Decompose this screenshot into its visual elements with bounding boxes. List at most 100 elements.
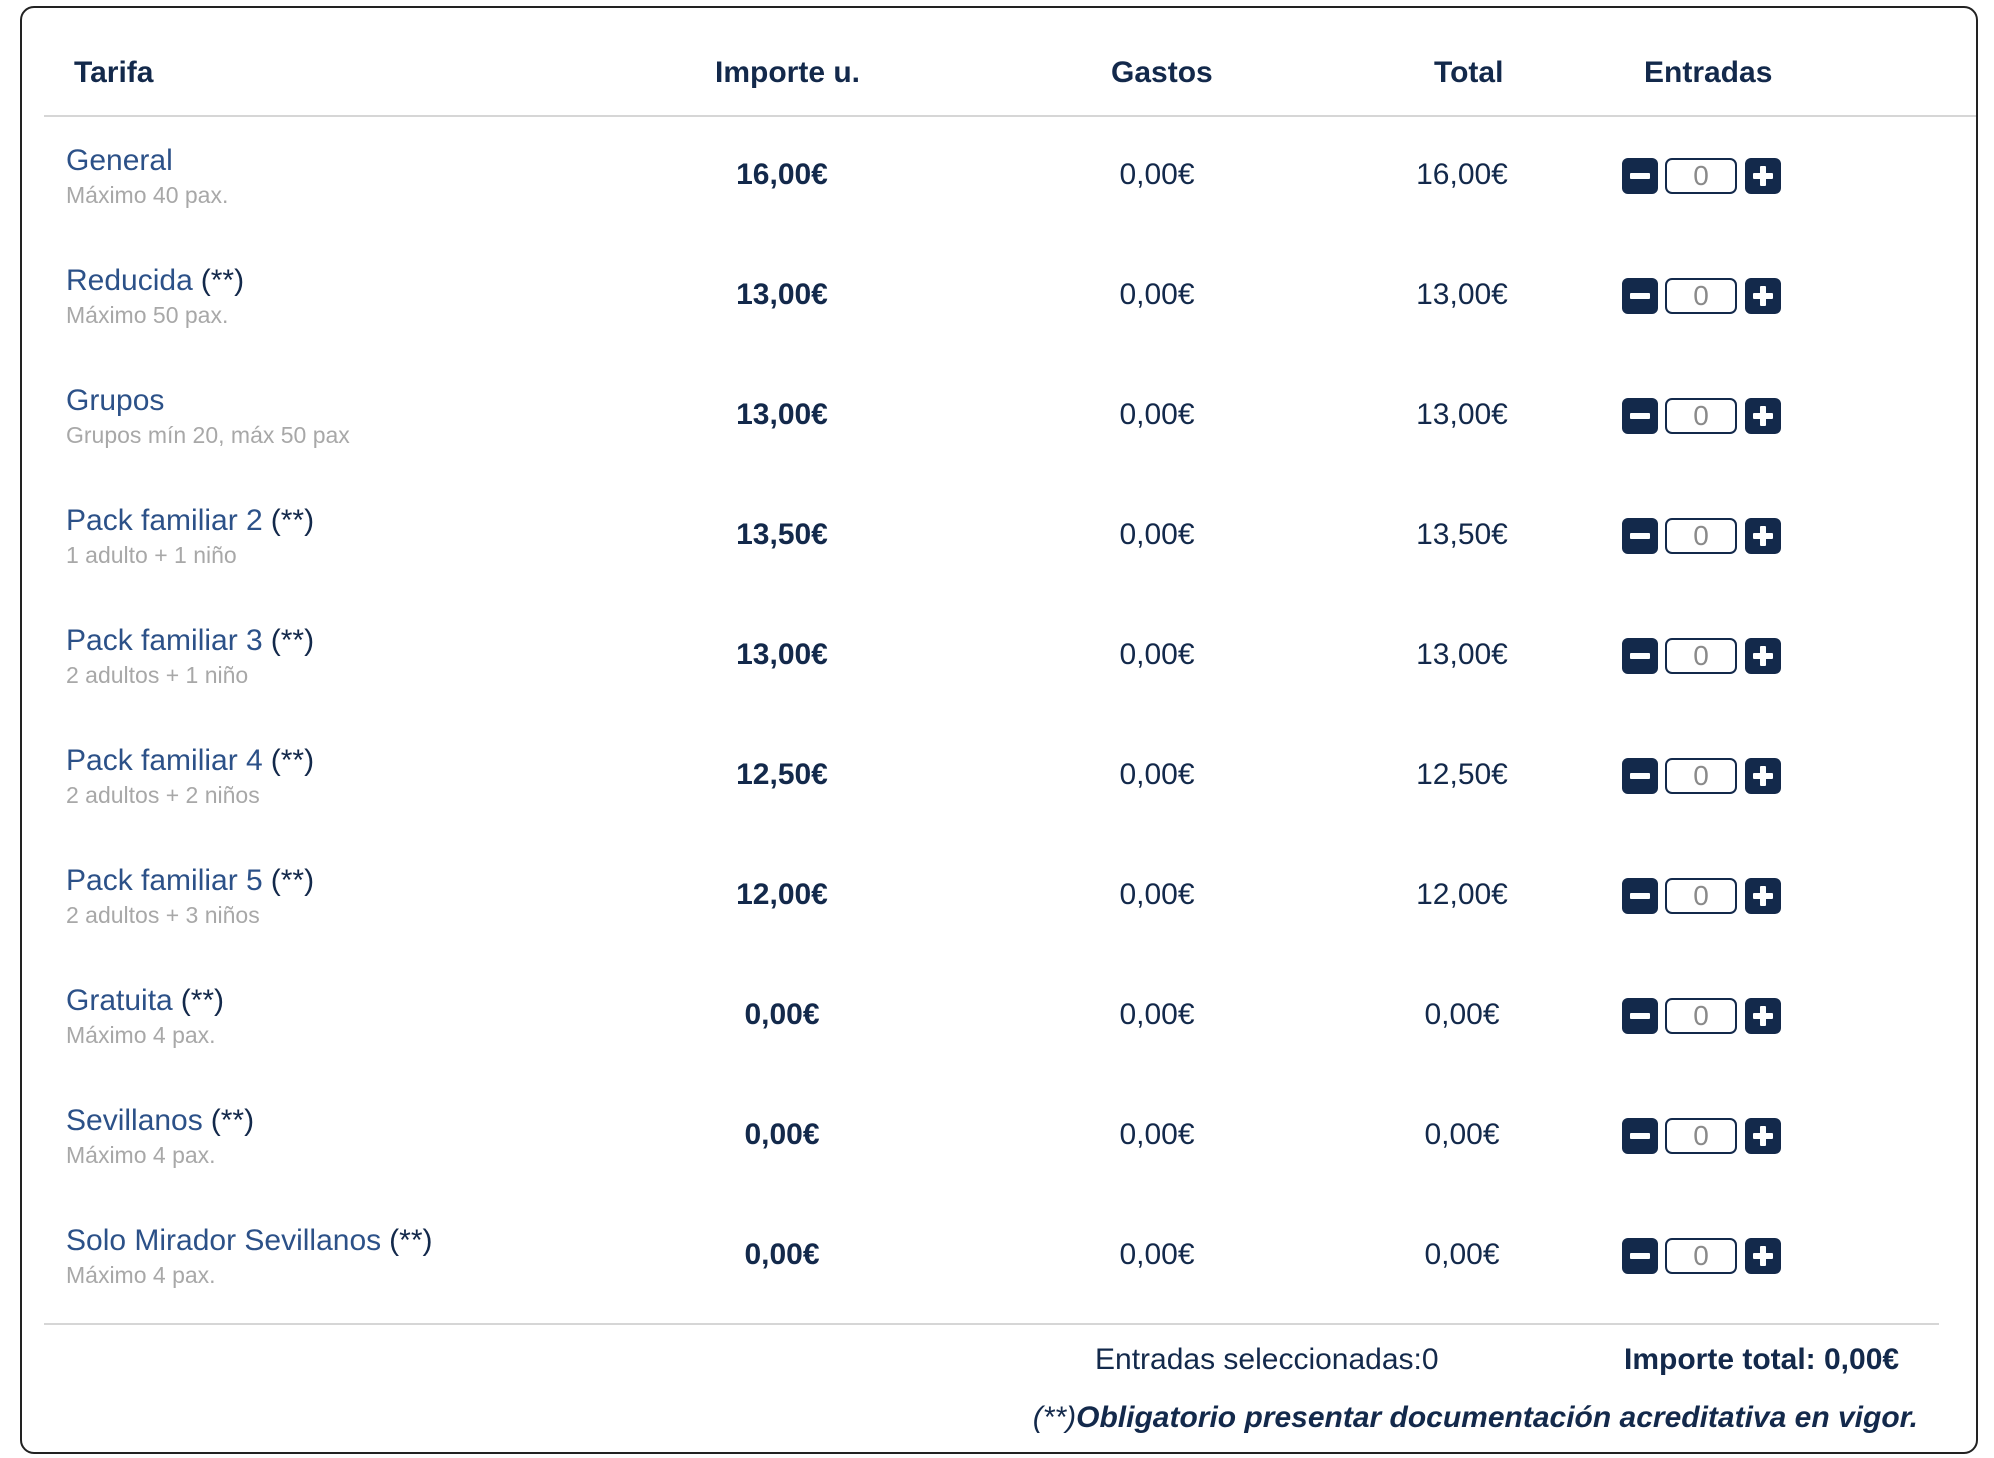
increment-button[interactable] — [1745, 758, 1781, 794]
fare-row: Pack familiar 3 (**) 2 adultos + 1 niño 13,… — [22, 598, 1976, 718]
fare-doc-required-mark: (**) — [210, 1104, 255, 1137]
quantity-input[interactable] — [1665, 278, 1737, 314]
fare-fees: 0,00€ — [1119, 398, 1195, 431]
fare-description: Máximo 4 pax. — [66, 1022, 216, 1048]
fare-fees: 0,00€ — [1119, 518, 1195, 551]
fare-fees: 0,00€ — [1119, 1118, 1195, 1151]
increment-button[interactable] — [1745, 398, 1781, 434]
decrement-button[interactable] — [1622, 878, 1658, 914]
fare-name: Grupos — [66, 384, 164, 418]
header-total: Total — [1434, 56, 1504, 89]
fare-fees: 0,00€ — [1119, 998, 1195, 1031]
footer-divider — [44, 1323, 1939, 1325]
increment-button[interactable] — [1745, 1118, 1781, 1154]
fare-row: General Máximo 40 pax. 16,00€ 0,00€ 16,00€ — [22, 118, 1976, 238]
quantity-input[interactable] — [1665, 398, 1737, 434]
plus-icon-vertical — [1760, 286, 1766, 306]
fare-doc-required-mark: (**) — [389, 1224, 433, 1257]
fare-name-label: Gratuita — [66, 984, 173, 1017]
fare-name-label: Pack familiar 5 — [66, 864, 263, 897]
decrement-button[interactable] — [1622, 518, 1658, 554]
fare-unit-price: 0,00€ — [744, 998, 820, 1031]
quantity-input[interactable] — [1665, 878, 1737, 914]
increment-button[interactable] — [1745, 878, 1781, 914]
decrement-button[interactable] — [1622, 158, 1658, 194]
fare-fees: 0,00€ — [1119, 278, 1195, 311]
plus-icon-vertical — [1760, 646, 1766, 666]
decrement-button[interactable] — [1622, 998, 1658, 1034]
fare-name: General — [66, 144, 173, 178]
fare-total: 0,00€ — [1424, 998, 1500, 1031]
selected-count: Entradas seleccionadas:0 — [1095, 1343, 1439, 1376]
increment-button[interactable] — [1745, 638, 1781, 674]
fare-total: 12,00€ — [1416, 878, 1508, 911]
fare-row: Pack familiar 4 (**) 2 adultos + 2 niños 12… — [22, 718, 1976, 838]
quantity-input[interactable] — [1665, 1238, 1737, 1274]
decrement-button[interactable] — [1622, 398, 1658, 434]
plus-icon-vertical — [1760, 406, 1766, 426]
decrement-button[interactable] — [1622, 1118, 1658, 1154]
fare-total: 0,00€ — [1424, 1238, 1500, 1271]
fare-description: 2 adultos + 1 niño — [66, 662, 249, 688]
minus-icon — [1630, 1133, 1650, 1139]
fare-description: Máximo 4 pax. — [66, 1142, 216, 1168]
minus-icon — [1630, 293, 1650, 299]
plus-icon-vertical — [1760, 1246, 1766, 1266]
increment-button[interactable] — [1745, 518, 1781, 554]
header-importe: Importe u. — [715, 56, 861, 89]
decrement-button[interactable] — [1622, 1238, 1658, 1274]
fare-name-label: Solo Mirador Sevillanos — [66, 1224, 382, 1257]
fare-description: Grupos mín 20, máx 50 pax — [66, 422, 350, 448]
fare-row: Reducida (**) Máximo 50 pax. 13,00€ 0,00€ 13,… — [22, 238, 1976, 358]
fare-unit-price: 12,00€ — [736, 878, 828, 911]
note-text: Obligatorio presentar documentación acre… — [1076, 1401, 1918, 1434]
minus-icon — [1630, 173, 1650, 179]
increment-button[interactable] — [1745, 278, 1781, 314]
decrement-button[interactable] — [1622, 278, 1658, 314]
fare-total: 0,00€ — [1424, 1118, 1500, 1151]
fare-fees: 0,00€ — [1119, 638, 1195, 671]
fare-unit-price: 16,00€ — [736, 158, 828, 191]
fare-unit-price: 13,00€ — [736, 638, 828, 671]
quantity-input[interactable] — [1665, 518, 1737, 554]
minus-icon — [1630, 1253, 1650, 1259]
minus-icon — [1630, 1013, 1650, 1019]
fare-name-label: Pack familiar 2 — [66, 504, 263, 537]
fare-description: 2 adultos + 3 niños — [66, 902, 260, 928]
fare-doc-required-mark: (**) — [270, 504, 315, 537]
quantity-input[interactable] — [1665, 638, 1737, 674]
increment-button[interactable] — [1745, 158, 1781, 194]
note-prefix: (**) — [1032, 1401, 1077, 1434]
fare-unit-price: 13,50€ — [736, 518, 828, 551]
fare-unit-price: 0,00€ — [744, 1118, 820, 1151]
fare-doc-required-mark: (**) — [180, 984, 225, 1017]
fare-row: Sevillanos (**) Máximo 4 pax. 0,00€ 0,00€ 0,0… — [22, 1078, 1976, 1198]
fare-name: Pack familiar 4 (**) — [66, 744, 314, 778]
minus-icon — [1630, 773, 1650, 779]
fare-fees: 0,00€ — [1119, 758, 1195, 791]
fare-row: Solo Mirador Sevillanos (**) Máximo 4 pax.… — [22, 1198, 1976, 1318]
fare-description: Máximo 40 pax. — [66, 182, 229, 208]
decrement-button[interactable] — [1622, 758, 1658, 794]
fare-name: Solo Mirador Sevillanos (**) — [66, 1224, 433, 1258]
fare-doc-required-mark: (**) — [270, 864, 315, 897]
fare-row: Pack familiar 5 (**) 2 adultos + 3 niños 12… — [22, 838, 1976, 958]
plus-icon-vertical — [1760, 526, 1766, 546]
quantity-input[interactable] — [1665, 998, 1737, 1034]
quantity-input[interactable] — [1665, 758, 1737, 794]
quantity-input[interactable] — [1665, 1118, 1737, 1154]
fare-unit-price: 0,00€ — [744, 1238, 820, 1271]
fare-name-label: Reducida — [66, 264, 193, 297]
quantity-input[interactable] — [1665, 158, 1737, 194]
fare-name: Gratuita (**) — [66, 984, 224, 1018]
fare-row: Gratuita (**) Máximo 4 pax. 0,00€ 0,00€ 0,00€ — [22, 958, 1976, 1078]
increment-button[interactable] — [1745, 998, 1781, 1034]
fare-fees: 0,00€ — [1119, 1238, 1195, 1271]
fare-name-label: Grupos — [66, 384, 165, 417]
ticket-selection-panel: Tarifa Importe u. Gastos Total Entradas … — [20, 6, 1978, 1454]
minus-icon — [1630, 533, 1650, 539]
fare-description: Máximo 50 pax. — [66, 302, 229, 328]
decrement-button[interactable] — [1622, 638, 1658, 674]
fare-unit-price: 12,50€ — [736, 758, 828, 791]
increment-button[interactable] — [1745, 1238, 1781, 1274]
